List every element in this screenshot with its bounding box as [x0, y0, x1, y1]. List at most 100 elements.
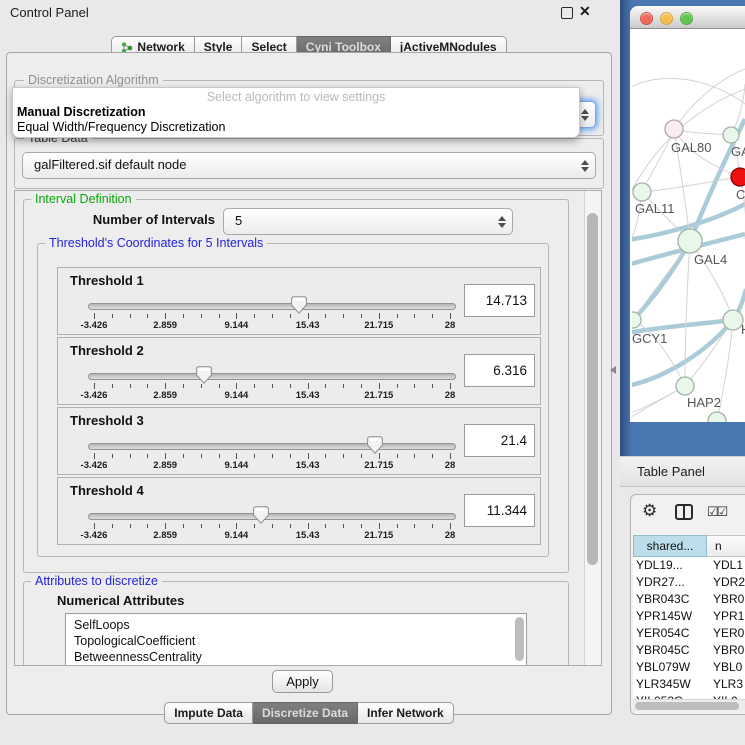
table-toolbar: ⚙ ☑☑ — [631, 495, 745, 533]
tick-mark — [308, 383, 309, 389]
threshold-value-field[interactable]: 14.713 — [464, 284, 535, 317]
tab-discretize-data[interactable]: Discretize Data — [253, 702, 358, 724]
slider-thumb[interactable] — [291, 296, 307, 314]
columns-icon[interactable] — [675, 504, 693, 525]
dropdown-prompt-item[interactable]: Select algorithm to view settings — [13, 90, 579, 104]
tick-mark — [236, 313, 237, 319]
scrollbar-thumb[interactable] — [587, 213, 598, 565]
table-data-combobox[interactable]: galFiltered.sif default node — [22, 152, 596, 179]
column-header-name[interactable]: n — [707, 535, 745, 557]
threshold-value-field[interactable]: 6.316 — [464, 354, 535, 387]
table-cell: YER054C — [636, 625, 706, 642]
network-canvas[interactable]: GAL80GACGAL11GAL4GCY1HHAP2 — [632, 29, 745, 422]
table-header: shared... n — [631, 535, 745, 556]
table-cell: YBL079W — [636, 659, 706, 676]
tick-mark — [94, 383, 95, 389]
network-node-gal80[interactable] — [665, 120, 683, 138]
tick-mark — [147, 524, 148, 528]
number-of-intervals-combobox[interactable]: 5 — [223, 208, 513, 235]
table-row[interactable]: YBR045CYBR0 — [633, 642, 745, 659]
table-row[interactable]: YDR27... YDR2 — [633, 574, 745, 591]
table-cell: YPR145W — [636, 608, 706, 625]
slider-track[interactable] — [88, 303, 456, 310]
tick-mark — [183, 314, 184, 318]
tab-impute-data[interactable]: Impute Data — [164, 702, 253, 724]
tick-mark — [112, 524, 113, 528]
gear-icon[interactable]: ⚙ — [642, 501, 657, 521]
close-light[interactable] — [640, 12, 653, 25]
tick-mark — [165, 313, 166, 319]
tick-mark — [201, 314, 202, 318]
network-node-h[interactable] — [723, 310, 743, 330]
tick-mark — [147, 314, 148, 318]
tab-infer-network[interactable]: Infer Network — [358, 702, 454, 724]
dropdown-option-manual[interactable]: Manual Discretization — [17, 105, 146, 119]
threshold-label: Threshold 4 — [70, 483, 144, 498]
slider-track[interactable] — [88, 513, 456, 520]
close-icon[interactable]: ✕ — [579, 3, 591, 20]
table-row[interactable]: YDL19...YDL1 — [633, 557, 745, 574]
network-edge[interactable] — [642, 177, 740, 192]
network-edge[interactable] — [632, 78, 745, 104]
checkboxes-icon[interactable]: ☑☑ — [707, 504, 726, 520]
number-of-intervals-label: Number of Intervals — [55, 212, 215, 227]
list-scrollbar-thumb[interactable] — [515, 617, 524, 661]
node-label: GA — [731, 144, 745, 159]
numerical-attributes-label: Numerical Attributes — [57, 593, 184, 608]
tab-label: Impute Data — [174, 703, 243, 723]
slider-thumb[interactable] — [253, 506, 269, 524]
tab-label: Discretize Data — [262, 703, 348, 723]
tick-mark — [361, 454, 362, 458]
tick-label: 9.144 — [206, 320, 266, 331]
attribute-item[interactable]: BetweennessCentrality — [74, 649, 202, 665]
float-window-icon[interactable] — [561, 7, 573, 19]
network-node-hap2[interactable] — [676, 377, 694, 395]
horizontal-scrollbar-thumb[interactable] — [635, 702, 739, 710]
table-cell: YDR27... — [636, 574, 706, 591]
network-edge[interactable] — [685, 241, 690, 386]
tick-mark — [254, 384, 255, 388]
table-panel-titlebar[interactable]: Table Panel — [620, 456, 745, 487]
node-label: GAL4 — [694, 252, 727, 267]
threshold-panel: Threshold 2 -3.4262.8599.14415.4321.7152… — [57, 337, 541, 405]
network-node-node-partial[interactable] — [708, 412, 726, 422]
table-row[interactable]: YER054CYER0 — [633, 625, 745, 642]
table-cell: YDR2 — [713, 574, 745, 591]
slider-track[interactable] — [88, 443, 456, 450]
table-cell: YBR0 — [713, 591, 745, 608]
apply-button[interactable]: Apply — [272, 670, 333, 693]
threshold-value-field[interactable]: 21.4 — [464, 424, 535, 457]
table-row[interactable]: YLR345WYLR3 — [633, 676, 745, 693]
horizontal-scrollbar[interactable] — [633, 699, 745, 711]
tick-label: 15.43 — [278, 530, 338, 541]
number-of-intervals-value: 5 — [235, 213, 242, 228]
zoom-light[interactable] — [680, 12, 693, 25]
attribute-item[interactable]: TopologicalCoefficient — [74, 633, 195, 649]
network-window-titlebar[interactable] — [630, 6, 745, 29]
table-cell: YLR345W — [636, 676, 706, 693]
dropdown-option-equal-width[interactable]: Equal Width/Frequency Discretization — [17, 120, 225, 134]
column-header-shared[interactable]: shared... — [633, 535, 707, 557]
threshold-value-field[interactable]: 11.344 — [464, 494, 535, 527]
tick-mark — [361, 524, 362, 528]
network-edge[interactable] — [674, 69, 745, 129]
table-row[interactable]: YPR145W YPR1 — [633, 608, 745, 625]
network-edge[interactable] — [633, 241, 690, 320]
network-node-gal4[interactable] — [678, 229, 702, 253]
minimize-light[interactable] — [660, 12, 673, 25]
bottom-tab-bar: Impute Data Discretize Data Infer Network — [0, 702, 618, 724]
network-node-gal11[interactable] — [633, 183, 651, 201]
tick-mark — [165, 523, 166, 529]
slider-thumb[interactable] — [367, 436, 383, 454]
tick-mark — [414, 314, 415, 318]
network-node-ga[interactable] — [723, 127, 739, 143]
slider-track[interactable] — [88, 373, 456, 380]
table-row[interactable]: YBR043CYBR0 — [633, 591, 745, 608]
numerical-attributes-list[interactable]: SelfLoopsTopologicalCoefficientBetweenne… — [65, 613, 527, 666]
table-row[interactable]: YBL079WYBL0 — [633, 659, 745, 676]
attribute-item[interactable]: SelfLoops — [74, 617, 130, 633]
network-node-c[interactable] — [731, 168, 745, 186]
slider-thumb[interactable] — [196, 366, 212, 384]
tick-mark — [325, 524, 326, 528]
table-cell: YPR1 — [713, 608, 745, 625]
